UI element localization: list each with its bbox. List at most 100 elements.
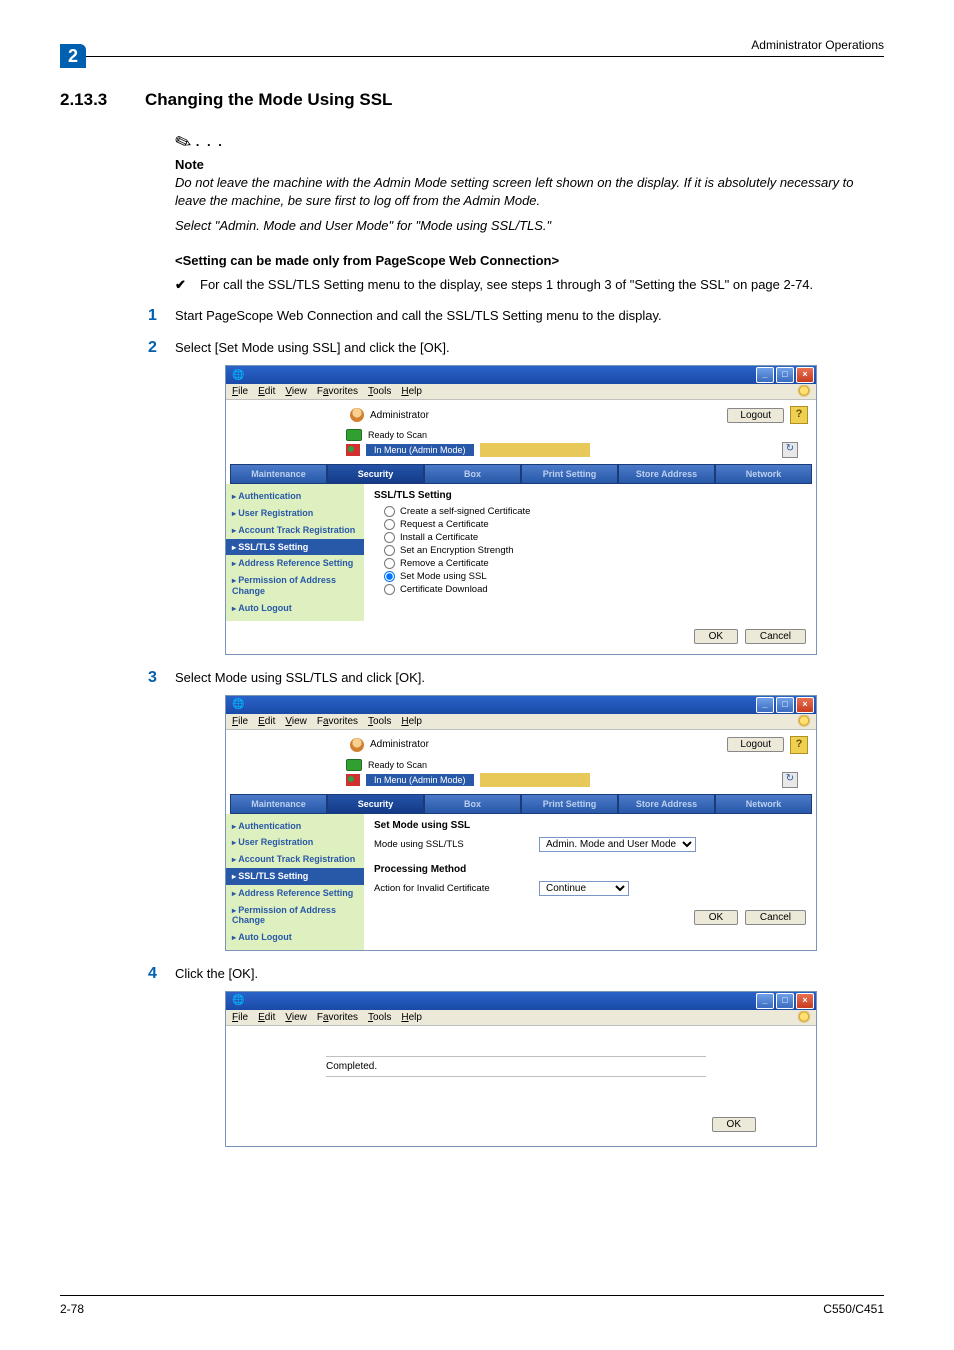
mode-pill: In Menu (Admin Mode): [366, 444, 474, 456]
menu-tools-2[interactable]: Tools: [368, 716, 391, 727]
radio-set-mode-ssl[interactable]: Set Mode using SSL: [374, 570, 806, 583]
minimize-icon-2[interactable]: _: [756, 697, 774, 713]
ie-flag-icon-2: [796, 715, 812, 729]
cancel-button-2[interactable]: Cancel: [745, 910, 806, 925]
browser-window-2: 🌐 _ □ × File Edit View Favorites Tools H…: [225, 695, 817, 951]
printer-icon-2: [346, 759, 362, 771]
admin-label-2: Administrator: [370, 739, 429, 750]
browser-window-3: 🌐 _ □ × File Edit View Favorites Tools H…: [225, 991, 817, 1147]
cancel-button-1[interactable]: Cancel: [745, 629, 806, 644]
radio-request-cert[interactable]: Request a Certificate: [374, 518, 806, 531]
refresh-icon-2[interactable]: ↻: [782, 772, 798, 788]
menu-file-2[interactable]: File: [232, 716, 248, 727]
bullet-text: For call the SSL/TLS Setting menu to the…: [200, 276, 813, 294]
radio-install-cert[interactable]: Install a Certificate: [374, 531, 806, 544]
sidebar-item-auto-logout-2[interactable]: Auto Logout: [226, 929, 364, 946]
menu-help-3[interactable]: Help: [401, 1012, 422, 1023]
menu-view[interactable]: View: [285, 386, 307, 397]
mode-indicator: [480, 443, 590, 457]
sidebar-item-account-track[interactable]: Account Track Registration: [226, 522, 364, 539]
sidebar-item-address-ref-2[interactable]: Address Reference Setting: [226, 885, 364, 902]
menu-edit-3[interactable]: Edit: [258, 1012, 275, 1023]
menu-tools[interactable]: Tools: [368, 386, 391, 397]
tab-print-setting-2[interactable]: Print Setting: [521, 794, 618, 814]
menu-edit[interactable]: Edit: [258, 386, 275, 397]
close-icon-3[interactable]: ×: [796, 993, 814, 1009]
sidebar-item-user-reg[interactable]: User Registration: [226, 505, 364, 522]
maximize-icon[interactable]: □: [776, 367, 794, 383]
tab-print-setting[interactable]: Print Setting: [521, 464, 618, 484]
logout-button[interactable]: Logout: [727, 408, 784, 423]
menu-view-2[interactable]: View: [285, 716, 307, 727]
sidebar-item-perm-address-2[interactable]: Permission of Address Change: [226, 902, 364, 930]
close-icon[interactable]: ×: [796, 367, 814, 383]
sub-heading: <Setting can be made only from PageScope…: [175, 253, 884, 268]
menu-favorites-2[interactable]: Favorites: [317, 716, 358, 727]
radio-create-self-signed[interactable]: Create a self-signed Certificate: [374, 505, 806, 518]
header-label: Administrator Operations: [751, 38, 884, 52]
ok-button-1[interactable]: OK: [694, 629, 738, 644]
help-icon-2[interactable]: ?: [790, 736, 808, 754]
minimize-icon-3[interactable]: _: [756, 993, 774, 1009]
menu-favorites-3[interactable]: Favorites: [317, 1012, 358, 1023]
tab-maintenance[interactable]: Maintenance: [230, 464, 327, 484]
completed-text: Completed.: [326, 1056, 706, 1077]
user-icon-2: [350, 738, 364, 752]
menu-edit-2[interactable]: Edit: [258, 716, 275, 727]
tab-store-address-2[interactable]: Store Address: [618, 794, 715, 814]
sidebar-item-authentication-2[interactable]: Authentication: [226, 818, 364, 835]
menu-view-3[interactable]: View: [285, 1012, 307, 1023]
pen-icon: ✎: [171, 128, 195, 157]
mode-flag-icon: [346, 444, 360, 456]
ready-label: Ready to Scan: [368, 430, 427, 440]
mode-pill-2: In Menu (Admin Mode): [366, 774, 474, 786]
tab-box-2[interactable]: Box: [424, 794, 521, 814]
footer-page: 2-78: [60, 1302, 84, 1316]
tab-network[interactable]: Network: [715, 464, 812, 484]
radio-cert-download[interactable]: Certificate Download: [374, 583, 806, 596]
sidebar-item-address-ref[interactable]: Address Reference Setting: [226, 555, 364, 572]
note-text-2: Select "Admin. Mode and User Mode" for "…: [175, 217, 884, 235]
menu-file[interactable]: File: [232, 386, 248, 397]
tab-security[interactable]: Security: [327, 464, 424, 484]
menu-help[interactable]: Help: [401, 386, 422, 397]
window-title-icon: 🌐: [228, 370, 244, 381]
sidebar-item-ssl-2[interactable]: SSL/TLS Setting: [226, 868, 364, 885]
sidebar-item-authentication[interactable]: Authentication: [226, 488, 364, 505]
sidebar-item-perm-address[interactable]: Permission of Address Change: [226, 572, 364, 600]
tab-security-2[interactable]: Security: [327, 794, 424, 814]
minimize-icon[interactable]: _: [756, 367, 774, 383]
window-title-icon-2: 🌐: [228, 699, 244, 710]
menu-file-3[interactable]: File: [232, 1012, 248, 1023]
sidebar-item-ssl[interactable]: SSL/TLS Setting: [226, 539, 364, 556]
menu-tools-3[interactable]: Tools: [368, 1012, 391, 1023]
sidebar-item-auto-logout[interactable]: Auto Logout: [226, 600, 364, 617]
footer-model: C550/C451: [823, 1302, 884, 1316]
invalid-cert-select[interactable]: Continue: [539, 881, 629, 896]
close-icon-2[interactable]: ×: [796, 697, 814, 713]
invalid-cert-label: Action for Invalid Certificate: [374, 883, 529, 894]
tab-box[interactable]: Box: [424, 464, 521, 484]
panel2-title2: Processing Method: [374, 864, 806, 875]
mode-ssl-select[interactable]: Admin. Mode and User Mode: [539, 837, 696, 852]
ok-button-3[interactable]: OK: [712, 1117, 756, 1132]
sidebar-item-account-track-2[interactable]: Account Track Registration: [226, 851, 364, 868]
radio-encryption-strength[interactable]: Set an Encryption Strength: [374, 544, 806, 557]
tab-store-address[interactable]: Store Address: [618, 464, 715, 484]
step-4-num: 4: [60, 965, 175, 983]
maximize-icon-3[interactable]: □: [776, 993, 794, 1009]
note-text-1: Do not leave the machine with the Admin …: [175, 174, 884, 209]
refresh-icon[interactable]: ↻: [782, 442, 798, 458]
radio-remove-cert[interactable]: Remove a Certificate: [374, 557, 806, 570]
maximize-icon-2[interactable]: □: [776, 697, 794, 713]
tab-network-2[interactable]: Network: [715, 794, 812, 814]
tab-maintenance-2[interactable]: Maintenance: [230, 794, 327, 814]
ok-button-2[interactable]: OK: [694, 910, 738, 925]
menu-favorites[interactable]: Favorites: [317, 386, 358, 397]
logout-button-2[interactable]: Logout: [727, 737, 784, 752]
sidebar-item-user-reg-2[interactable]: User Registration: [226, 834, 364, 851]
menu-help-2[interactable]: Help: [401, 716, 422, 727]
step-1-text: Start PageScope Web Connection and call …: [175, 307, 884, 325]
step-3-text: Select Mode using SSL/TLS and click [OK]…: [175, 669, 884, 687]
help-icon[interactable]: ?: [790, 406, 808, 424]
